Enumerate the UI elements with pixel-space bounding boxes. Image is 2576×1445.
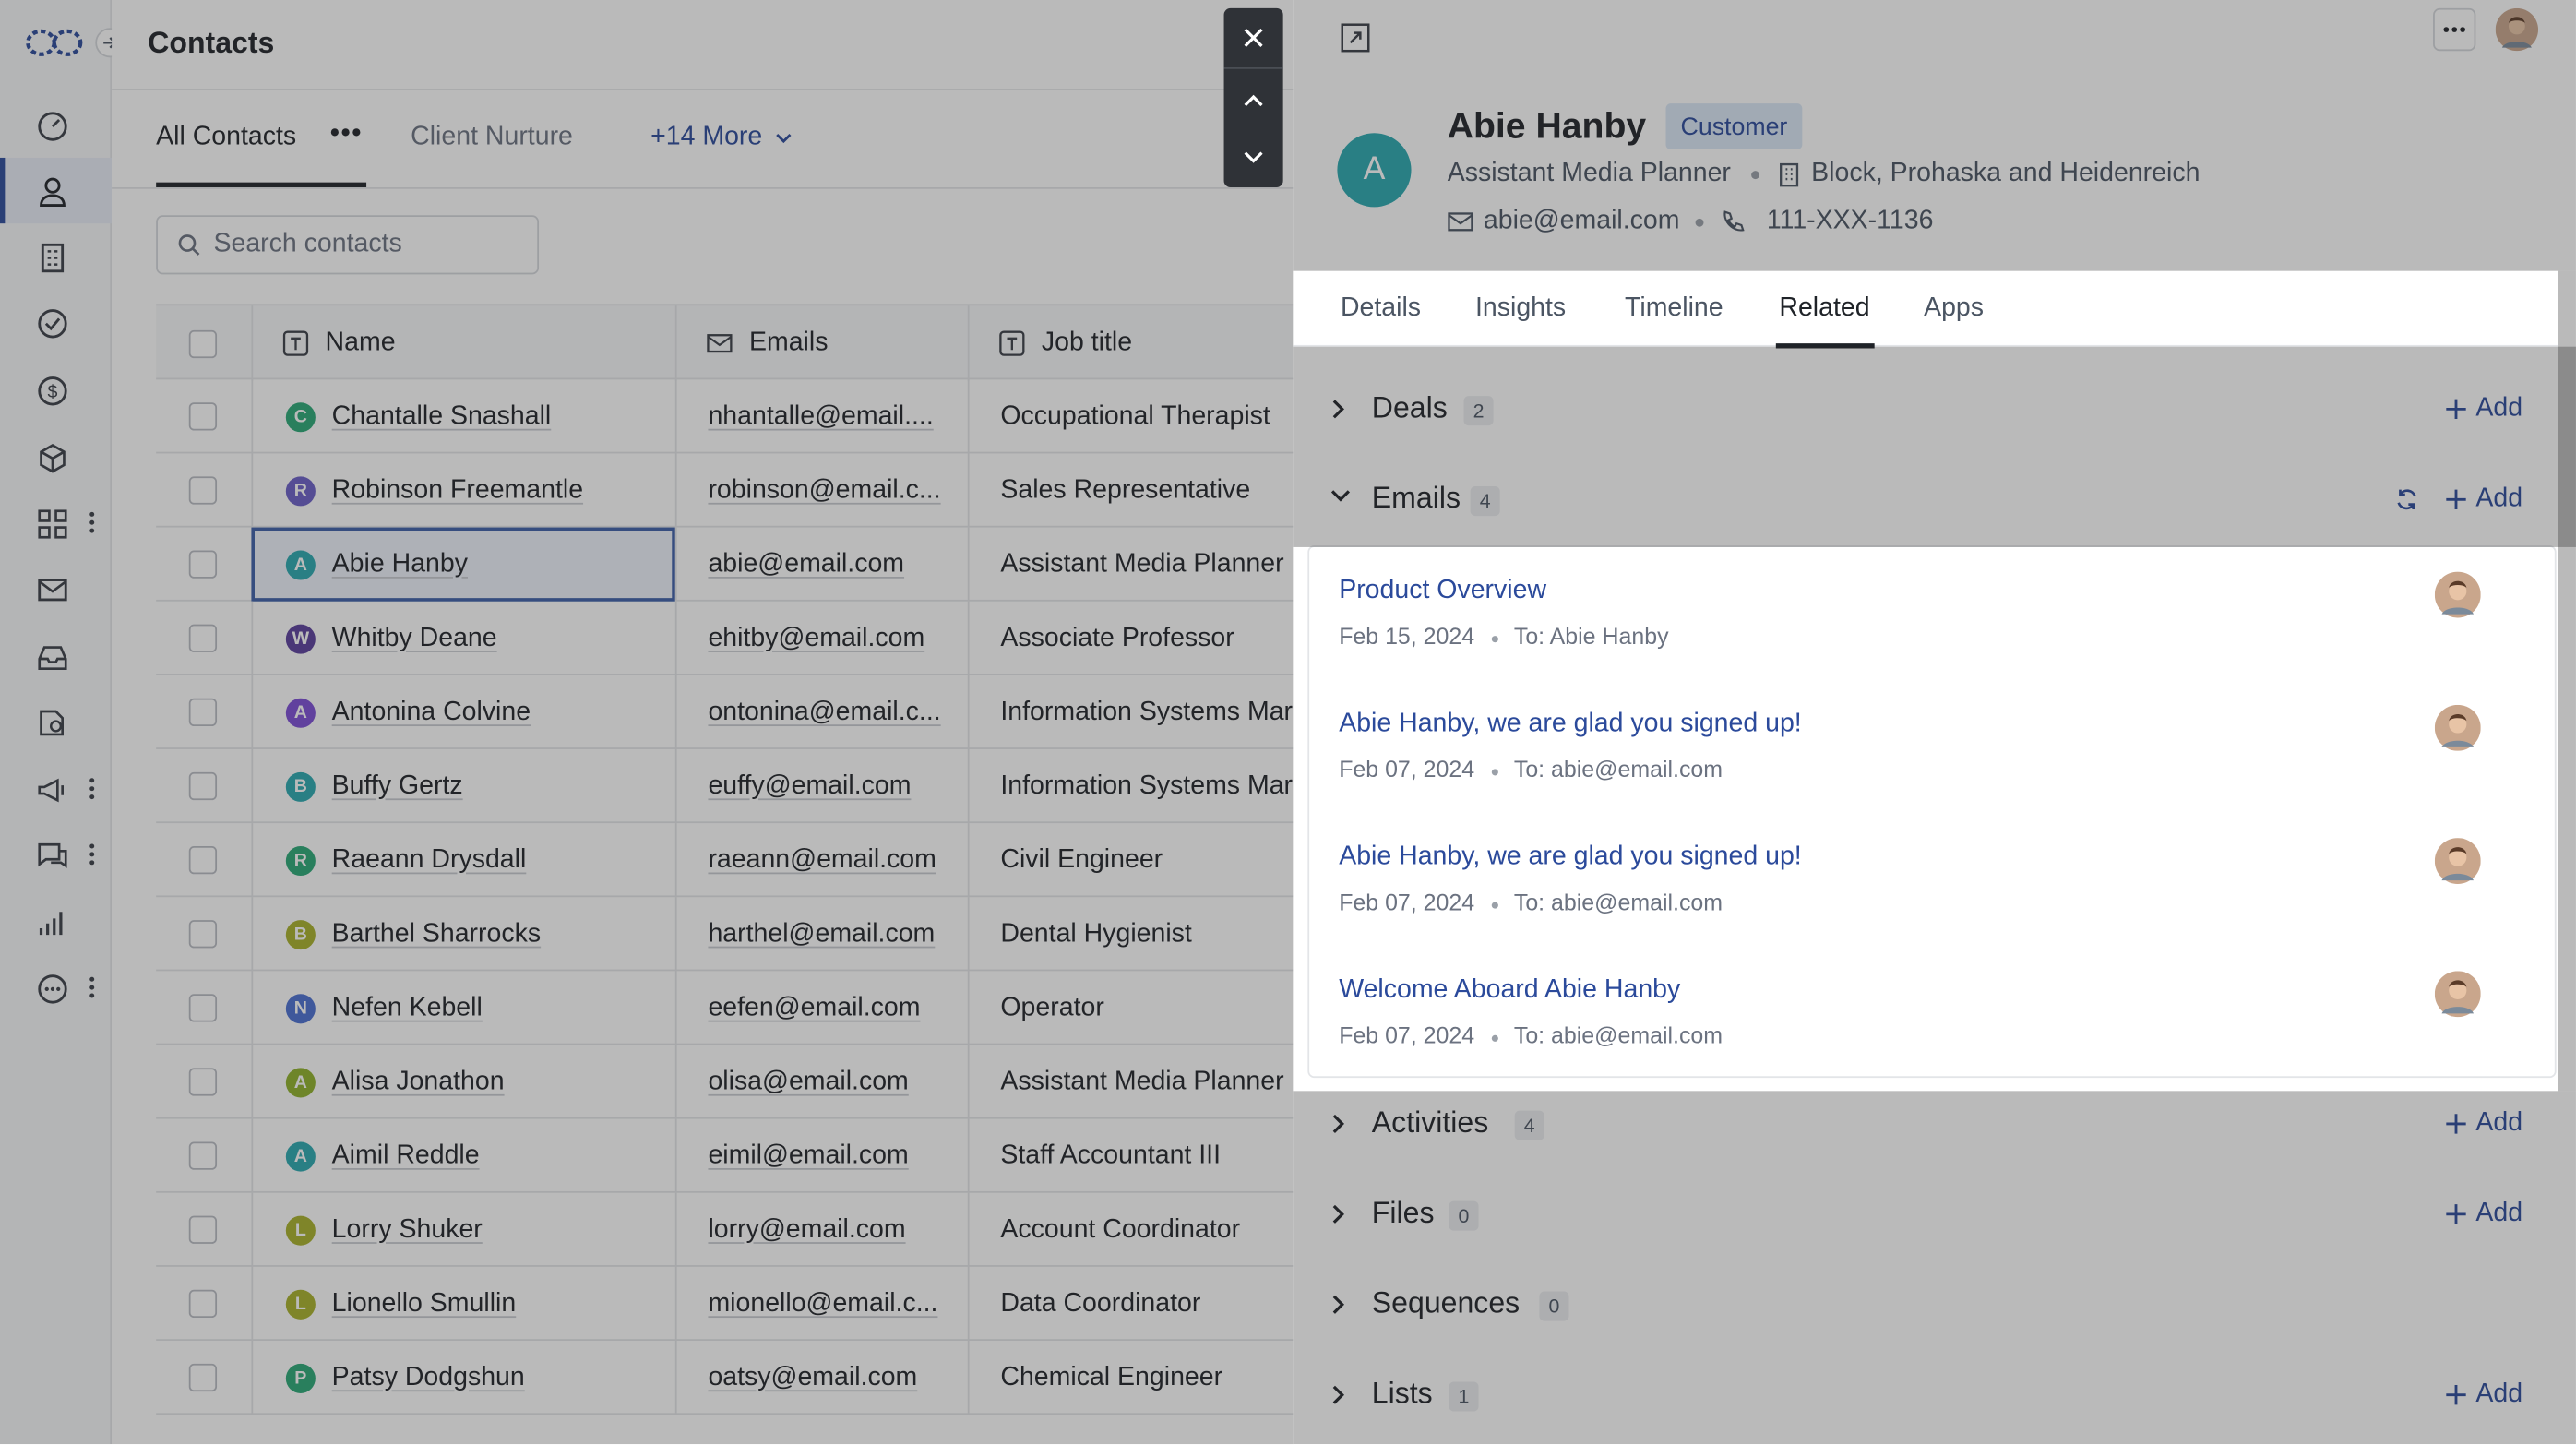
tab-details[interactable]: Details	[1341, 294, 1421, 324]
tab-apps[interactable]: Apps	[1924, 294, 1984, 324]
tab-timeline[interactable]: Timeline	[1625, 294, 1723, 324]
close-icon	[1244, 28, 1263, 47]
separator-dot	[1490, 1033, 1498, 1042]
chevron-up-icon	[1244, 94, 1263, 107]
email-meta: Feb 07, 2024 To: abie@email.com	[1339, 889, 1723, 914]
previous-record-button[interactable]	[1224, 71, 1283, 130]
email-meta: Feb 15, 2024 To: Abie Hanby	[1339, 623, 1668, 649]
email-meta: Feb 07, 2024 To: abie@email.com	[1339, 756, 1723, 782]
divider	[1223, 67, 1283, 69]
separator-dot	[1490, 635, 1498, 642]
email-subject-link[interactable]: Abie Hanby, we are glad you signed up!	[1339, 710, 1802, 739]
panel-body-overlay-top	[1293, 346, 2576, 547]
chevron-down-icon	[1244, 151, 1263, 163]
email-item[interactable]: Welcome Aboard Abie Hanby Feb 07, 2024 To:…	[1339, 947, 2522, 1078]
email-recipient: To: abie@email.com	[1513, 756, 1723, 782]
email-recipient: To: abie@email.com	[1513, 1021, 1723, 1049]
emails-list: Product Overview Feb 15, 2024 To: Abie Han…	[1309, 546, 2555, 1078]
email-recipient: To: abie@email.com	[1513, 889, 1723, 915]
email-item[interactable]: Product Overview Feb 15, 2024 To: Abie Han…	[1339, 547, 2522, 678]
sender-avatar	[2434, 838, 2481, 884]
record-navigator	[1223, 7, 1283, 187]
close-panel-button[interactable]	[1224, 8, 1283, 67]
tab-related[interactable]: Related	[1779, 294, 1869, 324]
email-date: Feb 07, 2024	[1339, 756, 1475, 782]
contact-detail-panel: A Abie Hanby Customer Assistant Media Pl…	[1293, 0, 2576, 1445]
detail-tabs: Details Insights Timeline Related Apps	[1293, 270, 2558, 349]
email-date: Feb 07, 2024	[1339, 889, 1475, 915]
sender-avatar	[2434, 704, 2481, 751]
email-item[interactable]: Abie Hanby, we are glad you signed up! Fe…	[1339, 680, 2522, 811]
email-date: Feb 07, 2024	[1339, 1021, 1475, 1049]
panel-body-overlay-right	[2558, 270, 2576, 1092]
sender-avatar	[2434, 571, 2481, 618]
email-recipient: To: Abie Hanby	[1513, 622, 1669, 650]
separator-dot	[1490, 768, 1498, 775]
list-overlay[interactable]	[0, 0, 1295, 1445]
panel-body-overlay-bottom	[1293, 1091, 2576, 1445]
email-subject-link[interactable]: Welcome Aboard Abie Hanby	[1339, 976, 1680, 1006]
app-root: $ Contacts All Contacts ••• Client Nurtu…	[0, 0, 2576, 1445]
next-record-button[interactable]	[1224, 128, 1283, 187]
email-subject-link[interactable]: Product Overview	[1339, 577, 1546, 606]
panel-header-overlay	[1293, 0, 2576, 271]
email-meta: Feb 07, 2024 To: abie@email.com	[1339, 1022, 1723, 1048]
sender-avatar	[2434, 971, 2481, 1018]
separator-dot	[1490, 901, 1498, 908]
tab-insights[interactable]: Insights	[1475, 294, 1566, 324]
email-subject-link[interactable]: Abie Hanby, we are glad you signed up!	[1339, 842, 1802, 872]
email-item[interactable]: Abie Hanby, we are glad you signed up! Fe…	[1339, 813, 2522, 944]
email-date: Feb 15, 2024	[1339, 622, 1475, 650]
